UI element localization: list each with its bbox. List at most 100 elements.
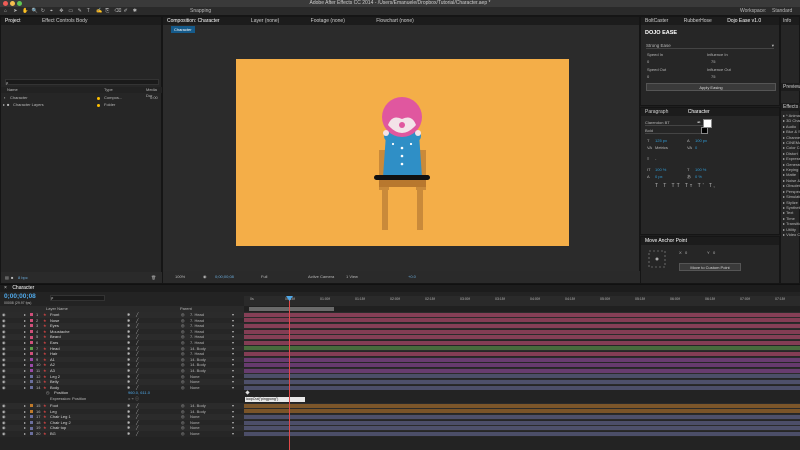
label-color-swatch[interactable]	[30, 318, 33, 322]
type-icon[interactable]: T	[87, 8, 90, 14]
font-size-field[interactable]: 125 px	[655, 138, 667, 143]
tracking-field[interactable]: 0	[695, 145, 697, 150]
tab-paragraph[interactable]: Paragraph	[645, 109, 668, 115]
zoom-select[interactable]: 100%	[175, 271, 185, 283]
brush-icon[interactable]: ✍	[96, 8, 102, 14]
effects-category[interactable]: ▸ Transition	[783, 221, 800, 226]
anchor-grid-icon[interactable]	[647, 249, 667, 269]
col-type[interactable]: Type	[104, 87, 113, 93]
label-color-swatch[interactable]	[30, 369, 33, 373]
close-icon[interactable]: ×	[4, 285, 7, 291]
apply-easing-button[interactable]: Apply Easing	[646, 83, 776, 91]
tab-character-timeline[interactable]: Character	[12, 285, 34, 291]
label-color-swatch[interactable]	[30, 415, 33, 419]
anchor-y-field[interactable]: 0	[713, 250, 715, 255]
tab-character[interactable]: Character	[688, 109, 710, 115]
interpret-icon[interactable]: ▤	[5, 272, 9, 283]
expression-row[interactable]: Expression: Position = ⌁ ⓘ loopOut("pingpo…	[0, 396, 800, 403]
resolution-select[interactable]: Full	[261, 271, 267, 283]
layer-duration-bar[interactable]	[244, 368, 800, 373]
maximize-dot[interactable]	[17, 1, 22, 6]
timeline-search-input[interactable]: ρ	[50, 295, 105, 301]
vertical-scale-field[interactable]: 100 %	[655, 167, 666, 172]
label-color-swatch[interactable]	[30, 324, 33, 328]
expression-editor[interactable]: loopOut("pingpong")	[245, 396, 305, 402]
tab-boltcaster[interactable]: BoltCaster	[645, 18, 668, 24]
effects-category[interactable]: ▸ Obsolete	[783, 183, 800, 188]
zoom-icon[interactable]: 🔍	[32, 8, 38, 14]
parent-select[interactable]: None	[190, 431, 200, 437]
leading-field[interactable]: 100 px	[695, 138, 707, 143]
clone-icon[interactable]: ⎘	[105, 8, 109, 14]
layer-duration-bar[interactable]	[244, 409, 800, 414]
effects-category[interactable]: ▸ Expression Controls	[783, 156, 800, 161]
label-color-swatch[interactable]	[30, 330, 33, 334]
layer-duration-bar[interactable]	[244, 346, 800, 351]
speed-in-field[interactable]: 0	[647, 59, 649, 64]
label-color-swatch[interactable]	[30, 352, 33, 356]
bpc-label[interactable]: 8 bpc	[18, 272, 28, 283]
layer-duration-bar[interactable]	[244, 323, 800, 328]
stroke-color-swatch[interactable]	[703, 119, 712, 128]
eraser-icon[interactable]: ⌫	[114, 8, 121, 14]
parent-dropdown-icon[interactable]: ▾	[232, 431, 234, 437]
label-color-swatch[interactable]	[30, 386, 33, 390]
expression-toggle-icon[interactable]: = ⌁ ⓘ	[128, 396, 139, 402]
layer-duration-bar[interactable]	[244, 363, 800, 368]
tab-composition[interactable]: Composition: Character	[167, 18, 220, 24]
layer-duration-bar[interactable]	[244, 340, 800, 345]
effects-category[interactable]: ▸ Blur & Sharpen	[783, 129, 800, 134]
project-search-input[interactable]: ρ	[5, 79, 159, 85]
project-item-folder[interactable]: ▸ ■ Character Layers Folder	[1, 102, 163, 108]
layer-name[interactable]: BG	[50, 431, 56, 437]
playhead[interactable]	[289, 296, 290, 450]
font-style-select[interactable]: Bold	[645, 128, 705, 134]
pen-icon[interactable]: ✎	[78, 8, 82, 14]
influence-out-field[interactable]: 75	[711, 74, 715, 79]
kerning-field[interactable]: Metrics	[655, 145, 668, 150]
minimize-dot[interactable]	[10, 1, 15, 6]
label-color-swatch[interactable]	[30, 374, 33, 378]
col-name[interactable]: Name	[7, 87, 18, 93]
roto-icon[interactable]: ✐	[124, 8, 128, 14]
pickwhip-icon[interactable]: ◎	[181, 431, 185, 437]
font-family-select[interactable]: Clarendon BT	[645, 120, 705, 126]
effects-category[interactable]: ▸ Video Copilot	[783, 232, 800, 237]
rectangle-icon[interactable]: ▭	[68, 8, 73, 14]
home-icon[interactable]: ⌂	[4, 8, 7, 14]
close-dot[interactable]	[3, 1, 8, 6]
trash-icon[interactable]: 🗑	[151, 272, 156, 283]
rotate-icon[interactable]: ↻	[41, 8, 45, 14]
tab-footage[interactable]: Footage (none)	[311, 18, 345, 24]
expand-twirl-icon[interactable]: ▸	[24, 431, 26, 437]
label-color-swatch[interactable]	[30, 421, 33, 425]
layer-row[interactable]: ◉ ▸ 20 ★ BG ✱ ╱ ◎ None ▾	[0, 431, 800, 437]
layer-duration-bar[interactable]	[244, 357, 800, 362]
layer-duration-bar[interactable]	[244, 329, 800, 334]
label-color-swatch[interactable]	[30, 358, 33, 362]
viewer-timecode[interactable]: 0;00;00;08	[215, 271, 234, 283]
info-tab[interactable]: Info	[781, 17, 799, 25]
label-color-swatch[interactable]	[30, 432, 33, 436]
layer-duration-bar[interactable]	[244, 351, 800, 356]
layer-duration-bar[interactable]	[244, 318, 800, 323]
label-color-swatch[interactable]	[30, 313, 33, 317]
layer-duration-bar[interactable]	[244, 414, 800, 419]
label-color-swatch[interactable]	[30, 426, 33, 430]
views-select[interactable]: 1 View	[346, 271, 358, 283]
tsume-field[interactable]: 0 %	[695, 174, 702, 179]
effects-category[interactable]: ▸ Simulation	[783, 194, 800, 199]
preview-tab[interactable]: Preview	[781, 83, 800, 91]
camera-icon[interactable]: ⌖	[50, 8, 53, 14]
text-style-buttons[interactable]: T T TT Tт T' T,	[655, 183, 717, 189]
layer-duration-bar[interactable]	[244, 374, 800, 379]
move-to-custom-point-button[interactable]: Move to Custom Point	[679, 263, 741, 271]
current-time-display[interactable]: 0;00;00;08	[4, 293, 36, 300]
speed-out-field[interactable]: 0	[647, 74, 649, 79]
eyedropper-icon[interactable]: ✒	[697, 120, 701, 126]
time-ruler[interactable]: 0s00:15f01:00f01:15f02:00f02:15f03:00f03…	[244, 296, 800, 306]
ease-preset-select[interactable]: Strong Ease ▾	[646, 43, 774, 49]
label-color-swatch[interactable]	[30, 335, 33, 339]
effects-presets-tab[interactable]: Effects & Presets	[781, 103, 800, 111]
layer-duration-bar[interactable]	[244, 312, 800, 317]
